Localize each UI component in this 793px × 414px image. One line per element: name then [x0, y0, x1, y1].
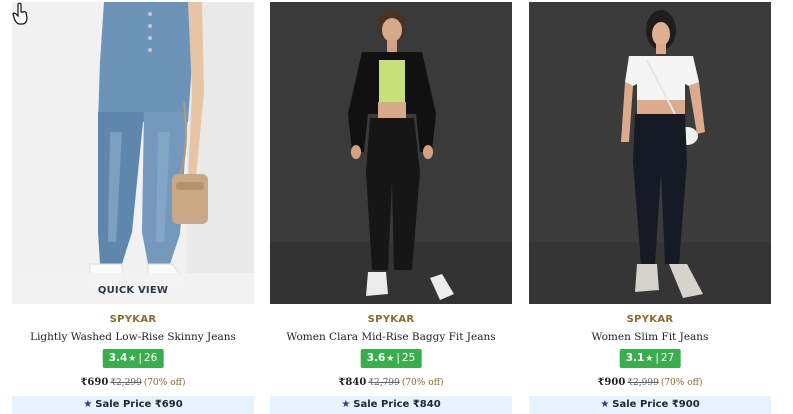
rating-badge: 3.1★ | 27	[619, 349, 681, 368]
rating-star-icon: ★	[645, 354, 654, 364]
sale-price-banner: ★ Sale Price ₹690	[12, 396, 254, 414]
product-card[interactable]: QUICK VIEW SPYKAR Lightly Washed Low-Ris…	[12, 0, 254, 414]
hand-pointer-cursor-icon	[12, 2, 28, 25]
product-brand[interactable]: SPYKAR	[270, 314, 512, 325]
discount-text: (70% off)	[401, 378, 444, 388]
product-image[interactable]: QUICK VIEW	[12, 2, 254, 304]
current-price: ₹900	[597, 377, 626, 388]
product-photo	[529, 2, 771, 304]
price-row: ₹690 ₹2,299 (70% off)	[12, 377, 254, 388]
product-title[interactable]: Lightly Washed Low-Rise Skinny Jeans	[12, 331, 254, 343]
product-title[interactable]: Women Clara Mid-Rise Baggy Fit Jeans	[270, 331, 512, 343]
price-row: ₹900 ₹2,999 (70% off)	[529, 377, 771, 388]
product-card[interactable]: SPYKAR Women Clara Mid-Rise Baggy Fit Je…	[270, 0, 512, 414]
review-count: 26	[143, 352, 158, 364]
sale-price-label: Sale Price ₹900	[612, 399, 700, 410]
quick-view-button[interactable]: QUICK VIEW	[12, 273, 254, 304]
original-price: ₹2,299	[110, 378, 142, 388]
star-icon: ★	[341, 399, 351, 410]
product-card[interactable]: SPYKAR Women Slim Fit Jeans 3.1★ | 27 ₹900…	[529, 0, 771, 414]
rating-separator: |	[138, 352, 142, 364]
price-row: ₹840 ₹2,799 (70% off)	[270, 377, 512, 388]
current-price: ₹840	[338, 377, 367, 388]
sale-price-label: Sale Price ₹840	[353, 399, 441, 410]
product-image[interactable]	[270, 2, 512, 304]
product-title[interactable]: Women Slim Fit Jeans	[529, 331, 771, 343]
sale-price-banner: ★ Sale Price ₹900	[529, 396, 771, 414]
review-count: 27	[660, 352, 675, 364]
rating-separator: |	[655, 352, 659, 364]
product-image[interactable]	[529, 2, 771, 304]
rating-badge: 3.6★ | 25	[360, 349, 422, 368]
product-photo	[270, 2, 512, 304]
rating-badge: 3.4★ | 26	[102, 349, 164, 368]
rating-star-icon: ★	[128, 354, 137, 364]
rating-star-icon: ★	[386, 354, 395, 364]
discount-text: (70% off)	[660, 378, 703, 388]
product-brand[interactable]: SPYKAR	[529, 314, 771, 325]
rating-value: 3.6	[366, 352, 386, 364]
product-brand[interactable]: SPYKAR	[12, 314, 254, 325]
rating-separator: |	[396, 352, 400, 364]
product-photo	[12, 2, 254, 304]
star-icon: ★	[83, 399, 93, 410]
sale-price-banner: ★ Sale Price ₹840	[270, 396, 512, 414]
original-price: ₹2,799	[368, 378, 400, 388]
current-price: ₹690	[80, 377, 109, 388]
star-icon: ★	[600, 399, 610, 410]
discount-text: (70% off)	[143, 378, 186, 388]
rating-value: 3.1	[625, 352, 645, 364]
sale-price-label: Sale Price ₹690	[95, 399, 183, 410]
rating-value: 3.4	[108, 352, 128, 364]
original-price: ₹2,999	[627, 378, 659, 388]
review-count: 25	[401, 352, 416, 364]
